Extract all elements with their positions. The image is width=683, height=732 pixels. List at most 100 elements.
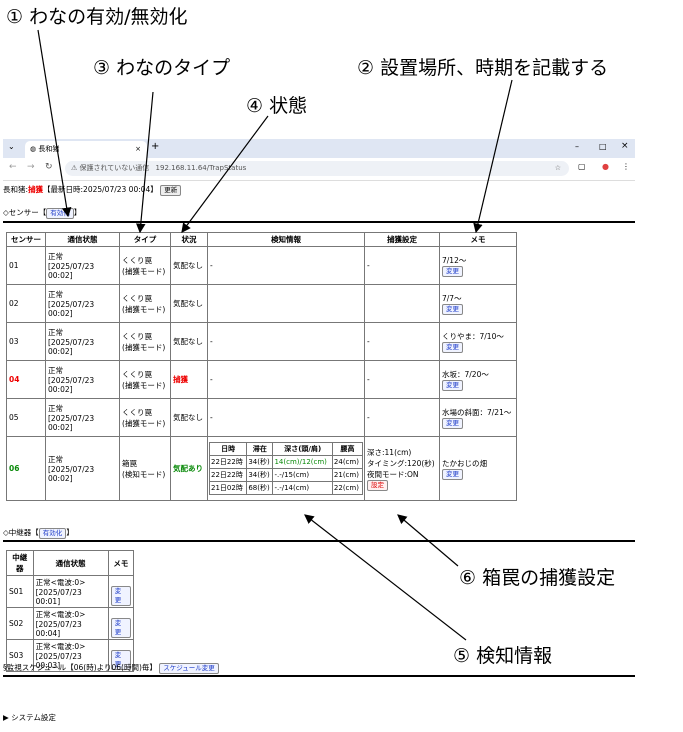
relay-section-label: ◇中継器【: [3, 528, 39, 537]
col-status: 状況: [170, 232, 208, 247]
schedule-text: §監視スケジュール【06(時)より06(時間)毎】: [3, 663, 157, 672]
col-relay-memo: メモ: [107, 550, 135, 576]
status-cell: 気配なし: [170, 322, 208, 361]
minimize-icon[interactable]: –: [575, 142, 579, 151]
memo-text: たかおじの畑: [442, 458, 487, 468]
col-relay-comm: 通信状態: [32, 550, 109, 576]
memo-cell: くりやま：7/10～ 変更: [439, 322, 517, 361]
detect-stay: 34(秒): [246, 468, 274, 482]
detect-row: 22日22時 34(秒) -.-/15(cm) 21(cm): [208, 468, 364, 482]
status-cell: 気配なし: [170, 246, 208, 285]
memo-edit-button[interactable]: 変更: [442, 265, 463, 277]
relay-memo: 変更: [107, 607, 135, 640]
sensor-id: 06: [6, 436, 46, 501]
type-cell: くくり罠 (捕獲モード): [119, 246, 171, 285]
address-bar: ← → ↻ ⚠ 保護されていない通信 192.168.11.64/TrapSta…: [3, 158, 635, 181]
bookmark-star-icon[interactable]: ☆: [555, 161, 561, 176]
comm-time: [2025/07/23 00:02]: [48, 414, 95, 432]
sensor-table: センサー 通信状態 タイプ 状況 検知情報 捕獲設定 メモ 01 正常 [2025…: [6, 232, 517, 501]
close-tab-icon[interactable]: ×: [135, 141, 141, 158]
url-field[interactable]: ⚠ 保護されていない通信 192.168.11.64/TrapStatus ☆: [65, 161, 569, 176]
trap-type: くくり罠: [122, 331, 152, 341]
comm-cell: 正常 [2025/07/23 00:02]: [45, 398, 120, 437]
trap-mode: (捕獲モード): [122, 418, 166, 428]
capture-night-mode: 夜間モード:ON: [367, 469, 419, 479]
comm-cell: 正常 [2025/07/23 00:02]: [45, 360, 120, 399]
comm-cell: 正常 [2025/07/23 00:02]: [45, 284, 120, 323]
trap-type: くくり罠: [122, 255, 152, 265]
col-detect: 検知情報: [207, 232, 365, 247]
detect-stay: 68(秒): [246, 481, 274, 495]
memo-edit-button[interactable]: 変更: [442, 303, 463, 315]
tab-list-icon[interactable]: ⌄: [8, 142, 15, 151]
memo-edit-button[interactable]: 変更: [442, 379, 463, 391]
globe-icon: ◍: [30, 145, 37, 153]
detect-col-time: 日時: [208, 442, 248, 456]
annotation-6: ⑥ 箱罠の捕獲設定: [459, 567, 616, 589]
forward-icon[interactable]: →: [27, 162, 35, 172]
table-row: 05 正常 [2025/07/23 00:02] くくり罠 (捕獲モード) 気配なし…: [6, 398, 517, 437]
maximize-icon[interactable]: □: [599, 142, 607, 151]
table-row: 06 正常 [2025/07/23 00:02] 箱罠 (検知モード) 気配あり 日…: [6, 436, 517, 501]
browser-tab[interactable]: ◍ 長和猪 ×: [25, 141, 147, 158]
capture-cell: -: [364, 360, 440, 399]
comm-status: 正常: [48, 290, 63, 299]
comm-status: 正常: [48, 366, 63, 375]
relay-enable-button[interactable]: 有効化: [38, 528, 67, 539]
extensions-icon[interactable]: ▢: [578, 162, 586, 171]
detect-depth: -.-/14(cm): [272, 481, 333, 495]
schedule-change-button[interactable]: スケジュール変更: [159, 663, 219, 674]
detect-hip: 22(cm): [331, 481, 364, 495]
col-relay: 中継器: [6, 550, 34, 576]
status-cell: 気配なし: [170, 284, 208, 323]
relay-comm: 正常<電波:0> [2025/07/23 00:04]: [32, 607, 109, 640]
trap-type: くくり罠: [122, 369, 152, 379]
comm-status: 正常: [48, 404, 63, 413]
table-row: 01 正常 [2025/07/23 00:02] くくり罠 (捕獲モード) 気配なし…: [6, 246, 517, 285]
new-tab-icon[interactable]: +: [151, 141, 159, 152]
detect-row: 21日02時 68(秒) -.-/14(cm) 22(cm): [208, 481, 364, 495]
memo-cell: 水坂：7/20～ 変更: [439, 360, 517, 399]
system-settings-toggle[interactable]: ▶ システム設定: [3, 712, 635, 723]
table-row: S01 正常<電波:0> [2025/07/23 00:01] 変更: [6, 575, 135, 608]
memo-edit-button[interactable]: 変更: [442, 468, 463, 480]
annotation-4: ④ 状態: [246, 95, 308, 117]
capture-settings-button[interactable]: 設定: [367, 479, 388, 491]
relay-signal: 正常<電波:0>: [35, 610, 86, 619]
memo-cell: 7/12～ 変更: [439, 246, 517, 285]
sensor-id: 05: [6, 398, 46, 437]
reload-icon[interactable]: ↻: [45, 162, 53, 172]
sensor-table-wrap: センサー 通信状態 タイプ 状況 検知情報 捕獲設定 メモ 01 正常 [2025…: [6, 232, 517, 501]
detect-cell: [207, 284, 365, 323]
update-button[interactable]: 更新: [160, 185, 182, 196]
comm-status: 正常: [48, 252, 63, 261]
sensor-section-close: 】: [73, 208, 82, 217]
relay-memo: 変更: [107, 575, 135, 608]
memo-edit-button[interactable]: 変更: [442, 417, 463, 429]
page-header: 長和猪:捕獲【最新日時:2025/07/23 00:04】 更新: [3, 184, 635, 196]
type-cell: くくり罠 (捕獲モード): [119, 322, 171, 361]
memo-edit-button[interactable]: 変更: [442, 341, 463, 353]
relay-edit-button[interactable]: 変更: [110, 618, 131, 638]
relay-signal: 正常<電波:0>: [35, 578, 86, 587]
back-icon[interactable]: ←: [9, 162, 17, 172]
type-cell: 箱罠 (検知モード): [119, 436, 171, 501]
sensor-id: 02: [6, 284, 46, 323]
detect-cell: -: [207, 322, 365, 361]
table-row: 03 正常 [2025/07/23 00:02] くくり罠 (捕獲モード) 気配なし…: [6, 322, 517, 361]
detect-time: 21日02時: [208, 481, 248, 495]
warning-icon: ⚠: [71, 164, 78, 172]
relay-edit-button[interactable]: 変更: [110, 586, 131, 606]
sensor-enable-button[interactable]: 有効化: [46, 208, 74, 219]
close-window-icon[interactable]: ×: [621, 141, 629, 151]
header-status: 捕獲: [28, 185, 44, 194]
profile-icon[interactable]: ●: [602, 162, 609, 171]
menu-icon[interactable]: ⋮: [622, 162, 630, 171]
comm-cell: 正常 [2025/07/23 00:02]: [45, 246, 120, 285]
comm-time: [2025/07/23 00:02]: [48, 262, 95, 280]
trap-mode: (捕獲モード): [122, 266, 166, 276]
detect-col-hip: 腰高: [331, 442, 364, 456]
relay-signal: 正常<電波:0>: [35, 642, 86, 651]
relay-id: S01: [6, 575, 34, 608]
detect-table: 日時 滞在 深さ(頭/肩) 腰高 22日22時 34(秒) 14(cm)/12(…: [208, 442, 364, 495]
